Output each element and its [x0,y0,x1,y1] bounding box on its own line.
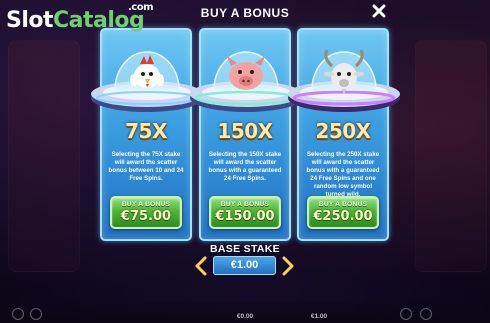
hud-bet: €1.00 [302,313,336,320]
hud-bet-value: €1.00 [310,313,328,320]
buy-bonus-label: BUY A BONUS [220,201,270,208]
base-stake-label: BASE STAKE [210,243,280,255]
chevron-right-icon [282,256,294,276]
bonus-card-250x: 250X Selecting the 250X stake will award… [288,28,400,241]
bonus-description: Selecting the 250X stake will award the … [306,151,380,198]
menu-icon[interactable] [12,308,24,320]
multiplier-label: 150X [217,119,273,143]
bonus-price: €150.00 [215,209,275,224]
buy-bonus-label: BUY A BONUS [121,201,171,208]
close-button[interactable] [371,3,387,19]
multiplier-label: 250X [315,119,371,143]
autoplay-icon[interactable] [400,308,412,320]
hud-win-value: €0.00 [236,313,254,320]
close-icon [372,4,386,18]
bonus-description: Selecting the 150X stake will award the … [208,151,282,182]
bonus-price: €250.00 [313,209,373,224]
hud-win: €0.00 [228,313,262,320]
base-stake-value: €1.00 [213,256,276,275]
stake-increase-button[interactable] [281,256,295,276]
ufo-goat-icon [288,49,400,112]
stake-decrease-button[interactable] [194,256,208,276]
spin-icon[interactable] [420,308,432,320]
bottom-hud: €0.00 €1.00 [0,301,490,323]
bonus-price: €75.00 [120,209,172,224]
multiplier-label: 75X [125,119,167,143]
buy-bonus-250x-button[interactable]: BUY A BONUS €250.00 [307,196,379,229]
buy-bonus-label: BUY A BONUS [318,201,368,208]
game-screen: SlotCatalog .com BUY A BONUS 75X Selecti… [0,0,490,323]
bonus-options: 75X Selecting the 75X stake will award t… [91,28,400,242]
chevron-left-icon [195,256,207,276]
buy-bonus-75x-button[interactable]: BUY A BONUS €75.00 [110,196,182,229]
slotcatalog-logo: SlotCatalog .com [6,2,154,33]
buy-bonus-150x-button[interactable]: BUY A BONUS €150.00 [209,196,281,229]
info-icon[interactable] [30,308,42,320]
bonus-description: Selecting the 75X stake will award the s… [108,151,184,182]
bonus-card-150x: 150X Selecting the 150X stake will award… [190,28,302,241]
bonus-card-75x: 75X Selecting the 75X stake will award t… [91,28,203,241]
